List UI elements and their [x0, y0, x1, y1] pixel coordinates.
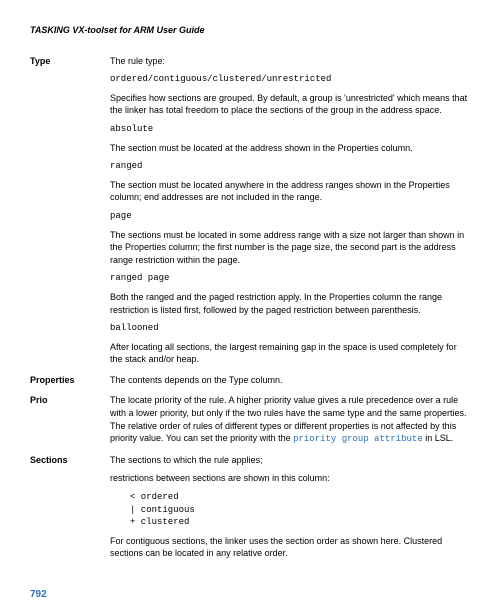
type-code-6: ballooned [110, 322, 470, 335]
sections-p1: The sections to which the rule applies; [110, 454, 470, 467]
list-clustered: + clustered [130, 516, 470, 529]
type-intro: The rule type: [110, 55, 470, 68]
row-prio: Prio The locate priority of the rule. A … [30, 394, 470, 451]
label-type: Type [30, 55, 110, 372]
sections-p3: For contiguous sections, the linker uses… [110, 535, 470, 560]
prio-text: The locate priority of the rule. A highe… [110, 394, 470, 445]
list-ordered: < ordered [130, 491, 470, 504]
type-p2: The section must be located at the addre… [110, 142, 470, 155]
properties-text: The contents depends on the Type column. [110, 374, 470, 387]
label-sections: Sections [30, 454, 110, 566]
content-prio: The locate priority of the rule. A highe… [110, 394, 470, 451]
prio-code: priority group attribute [293, 434, 423, 444]
type-p4: The sections must be located in some add… [110, 229, 470, 267]
content-type: The rule type: ordered/contiguous/cluste… [110, 55, 470, 372]
content-properties: The contents depends on the Type column. [110, 374, 470, 393]
list-contiguous: | contiguous [130, 504, 470, 517]
row-properties: Properties The contents depends on the T… [30, 374, 470, 393]
page-header: TASKING VX-toolset for ARM User Guide [30, 24, 470, 37]
prio-text-b: in LSL. [423, 433, 454, 443]
page-number: 792 [30, 588, 47, 602]
type-p3: The section must be located anywhere in … [110, 179, 470, 204]
sections-list: < ordered | contiguous + clustered [130, 491, 470, 529]
label-prio: Prio [30, 394, 110, 451]
row-sections: Sections The sections to which the rule … [30, 454, 470, 566]
sections-p2: restrictions between sections are shown … [110, 472, 470, 485]
type-p5: Both the ranged and the paged restrictio… [110, 291, 470, 316]
type-code-2: absolute [110, 123, 470, 136]
type-code-4: page [110, 210, 470, 223]
type-p6: After locating all sections, the largest… [110, 341, 470, 366]
label-properties: Properties [30, 374, 110, 393]
row-type: Type The rule type: ordered/contiguous/c… [30, 55, 470, 372]
type-code-3: ranged [110, 160, 470, 173]
content-sections: The sections to which the rule applies; … [110, 454, 470, 566]
type-code-5: ranged page [110, 272, 470, 285]
type-p1: Specifies how sections are grouped. By d… [110, 92, 470, 117]
type-code-1: ordered/contiguous/clustered/unrestricte… [110, 73, 470, 86]
